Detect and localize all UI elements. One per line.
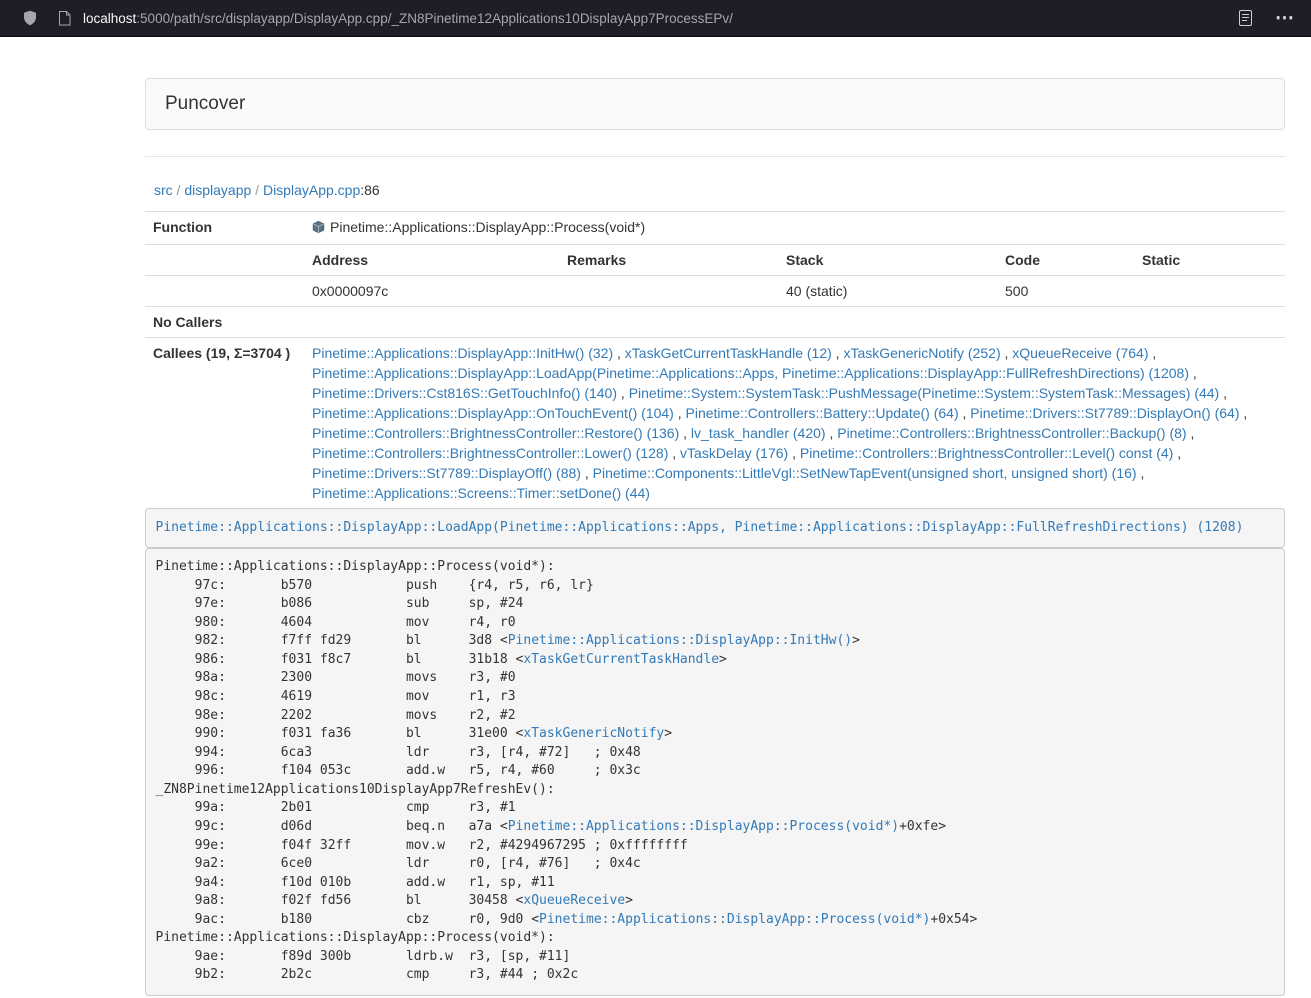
page-actions-menu-icon[interactable]: ⋯ [1275, 9, 1295, 28]
value-stack: 40 (static) [778, 276, 997, 307]
callee-link[interactable]: Pinetime::Applications::Screens::Timer::… [312, 485, 650, 501]
function-row: Function Pinetime::Applications::Display… [145, 212, 1285, 245]
callee-link[interactable]: Pinetime::Controllers::BrightnessControl… [312, 425, 679, 441]
callee-link[interactable]: Pinetime::Applications::DisplayApp::OnTo… [312, 405, 674, 421]
function-icon [312, 219, 325, 239]
value-code: 500 [997, 276, 1134, 307]
callee-link[interactable]: Pinetime::Controllers::BrightnessControl… [312, 445, 668, 461]
disasm-symbol-link[interactable]: xTaskGenericNotify [523, 726, 664, 741]
callee-link[interactable]: xTaskGenericNotify (252) [843, 345, 1000, 361]
disasm-symbol-link[interactable]: Pinetime::Applications::DisplayApp::Proc… [508, 819, 899, 834]
breadcrumb-link[interactable]: DisplayApp.cpp [263, 182, 360, 198]
breadcrumb-separator: / [251, 182, 263, 198]
url-path: :5000/path/src/displayapp/DisplayApp.cpp… [136, 11, 733, 26]
page-info-icon[interactable] [58, 11, 71, 26]
callee-link[interactable]: Pinetime::Controllers::BrightnessControl… [837, 425, 1186, 441]
reader-mode-icon[interactable] [1238, 10, 1253, 26]
no-callers-label: No Callers [145, 307, 304, 338]
disasm-symbol-link[interactable]: Pinetime::Applications::DisplayApp::Proc… [539, 912, 930, 927]
callee-link[interactable]: Pinetime::Drivers::St7789::DisplayOff() … [312, 465, 581, 481]
col-header-code: Code [997, 245, 1134, 276]
breadcrumb-line-number: :86 [360, 182, 379, 198]
callee-link[interactable]: Pinetime::Controllers::Battery::Update()… [686, 405, 959, 421]
disasm-symbol-link[interactable]: xTaskGetCurrentTaskHandle [523, 652, 719, 667]
callee-link[interactable]: Pinetime::Drivers::Cst816S::GetTouchInfo… [312, 385, 617, 401]
callee-link[interactable]: Pinetime::Applications::DisplayApp::Init… [312, 345, 613, 361]
function-name-cell: Pinetime::Applications::DisplayApp::Proc… [304, 212, 1285, 245]
breadcrumb-link[interactable]: displayapp [184, 182, 251, 198]
no-callers-cell [304, 307, 1285, 338]
callees-label: Callees (19, Σ=3704 ) [145, 338, 304, 509]
function-table: Function Pinetime::Applications::Display… [145, 211, 1285, 508]
callee-link[interactable]: lv_task_handler (420) [691, 425, 826, 441]
disasm-symbol-link[interactable]: Pinetime::Applications::DisplayApp::Init… [508, 633, 852, 648]
value-remarks [559, 276, 778, 307]
empty-label-cell [145, 245, 304, 276]
callee-link[interactable]: Pinetime::Drivers::St7789::DisplayOn() (… [970, 405, 1239, 421]
function-row-label: Function [145, 212, 304, 245]
breadcrumb: src / displayapp / DisplayApp.cpp:86 [145, 182, 1285, 198]
columns-header-row: Address Remarks Stack Code Static [145, 245, 1285, 276]
app-header-panel: Puncover [145, 78, 1285, 130]
page-content: Puncover src / displayapp / DisplayApp.c… [145, 78, 1285, 996]
callee-link[interactable]: Pinetime::Components::LittleVgl::SetNewT… [593, 465, 1137, 481]
callee-link[interactable]: xTaskGetCurrentTaskHandle (12) [625, 345, 832, 361]
tracking-shield-icon[interactable] [22, 10, 38, 26]
disasm-symbol-link[interactable]: xQueueReceive [523, 893, 625, 908]
no-callers-row: No Callers [145, 307, 1285, 338]
highlighted-symbol-block: Pinetime::Applications::DisplayApp::Load… [145, 508, 1285, 548]
callee-link[interactable]: Pinetime::System::SystemTask::PushMessag… [629, 385, 1220, 401]
col-header-stack: Stack [778, 245, 997, 276]
callee-link[interactable]: Pinetime::Applications::DisplayApp::Load… [312, 365, 1189, 381]
callees-list: Pinetime::Applications::DisplayApp::Init… [304, 338, 1285, 509]
browser-toolbar: localhost:5000/path/src/displayapp/Displ… [0, 0, 1311, 37]
function-name: Pinetime::Applications::DisplayApp::Proc… [330, 219, 645, 235]
disassembly-block: Pinetime::Applications::DisplayApp::Proc… [145, 548, 1285, 996]
highlighted-symbol-link[interactable]: Pinetime::Applications::DisplayApp::Load… [156, 520, 1244, 535]
divider [145, 156, 1285, 157]
breadcrumb-link[interactable]: src [154, 182, 173, 198]
values-row: 0x0000097c 40 (static) 500 [145, 276, 1285, 307]
value-address: 0x0000097c [304, 276, 559, 307]
col-header-remarks: Remarks [559, 245, 778, 276]
callees-row: Callees (19, Σ=3704 ) Pinetime::Applicat… [145, 338, 1285, 509]
col-header-address: Address [304, 245, 559, 276]
col-header-static: Static [1134, 245, 1285, 276]
callee-link[interactable]: vTaskDelay (176) [680, 445, 788, 461]
page-title: Puncover [165, 93, 245, 114]
callee-link[interactable]: xQueueReceive (764) [1012, 345, 1148, 361]
url-host: localhost [83, 11, 136, 26]
callee-link[interactable]: Pinetime::Controllers::BrightnessControl… [800, 445, 1173, 461]
url-bar[interactable]: localhost:5000/path/src/displayapp/Displ… [83, 11, 733, 26]
breadcrumb-separator: / [173, 182, 185, 198]
empty-label-cell [145, 276, 304, 307]
value-static [1134, 276, 1285, 307]
